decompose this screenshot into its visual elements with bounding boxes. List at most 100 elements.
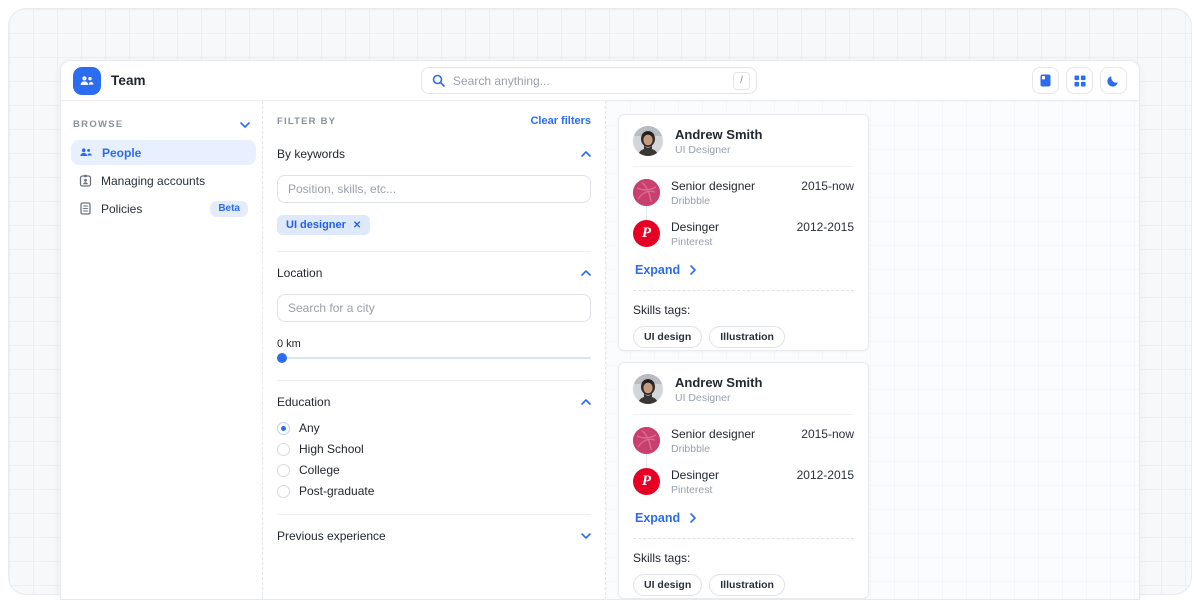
- id-badge-icon: [79, 174, 92, 187]
- chevron-right-icon: [690, 265, 696, 275]
- apps-grid-button[interactable]: [1066, 67, 1093, 94]
- keyword-tag-ui-designer[interactable]: UI designer ✕: [277, 215, 370, 235]
- keywords-title: By keywords: [277, 147, 345, 161]
- skill-tag[interactable]: UI design: [633, 326, 702, 348]
- timeline-entry: P Desinger Pinterest 2012-2015: [633, 220, 854, 248]
- location-section-header[interactable]: Location: [277, 266, 591, 280]
- position-org: Pinterest: [671, 236, 786, 248]
- notebook-icon: [1039, 74, 1052, 87]
- beta-badge: Beta: [210, 201, 248, 217]
- dribbble-icon: [633, 427, 660, 454]
- dashed-divider: [633, 290, 854, 291]
- education-section-header[interactable]: Education: [277, 395, 591, 409]
- browse-section-header[interactable]: BROWSE: [71, 113, 256, 140]
- education-options: Any High School College Post-graduate: [277, 421, 591, 498]
- sidebar: BROWSE People: [61, 101, 263, 600]
- filter-panel: FILTER BY Clear filters By keywords UI d…: [263, 101, 606, 600]
- slider-track[interactable]: [277, 357, 591, 359]
- remove-tag-icon[interactable]: ✕: [353, 220, 361, 231]
- skill-tag[interactable]: Illustration: [709, 326, 785, 348]
- person-role: UI Designer: [675, 392, 762, 404]
- radio-unselected[interactable]: [277, 464, 290, 477]
- sidebar-item-label: Managing accounts: [101, 174, 205, 188]
- timeline-entry: Senior designer Dribbble 2015-now: [633, 427, 854, 455]
- chevron-right-icon: [690, 513, 696, 523]
- city-search-input[interactable]: [277, 294, 591, 322]
- browse-label: BROWSE: [73, 119, 124, 130]
- slider-thumb[interactable]: [277, 353, 287, 363]
- chevron-up-icon[interactable]: [581, 399, 591, 405]
- distance-slider[interactable]: [277, 352, 591, 364]
- app-logo: [73, 67, 101, 95]
- team-people-icon: [79, 75, 95, 87]
- sidebar-item-policies[interactable]: Policies Beta: [71, 196, 256, 221]
- skills-label: Skills tags:: [633, 303, 854, 317]
- top-bar: Team /: [61, 61, 1139, 101]
- sidebar-item-managing-accounts[interactable]: Managing accounts: [71, 168, 256, 193]
- expand-button[interactable]: Expand: [633, 261, 854, 277]
- location-title: Location: [277, 266, 322, 280]
- expand-label: Expand: [635, 263, 680, 277]
- position-title: Senior designer: [671, 427, 790, 441]
- card-divider: [633, 166, 854, 167]
- page-title: Team: [111, 73, 146, 88]
- app-window: Team /: [60, 60, 1140, 600]
- position-period: 2015-now: [801, 179, 854, 193]
- skill-tag[interactable]: UI design: [633, 574, 702, 596]
- dribbble-icon: [633, 179, 660, 206]
- radio-selected[interactable]: [277, 422, 290, 435]
- avatar: [633, 374, 663, 404]
- person-card: Andrew Smith UI Designer: [618, 114, 869, 351]
- position-period: 2012-2015: [797, 220, 854, 234]
- sidebar-item-people[interactable]: People: [71, 140, 256, 165]
- radio-unselected[interactable]: [277, 485, 290, 498]
- position-org: Dribbble: [671, 443, 790, 455]
- search-input[interactable]: [453, 74, 725, 88]
- page-background: Team /: [0, 0, 1200, 600]
- chevron-down-icon[interactable]: [581, 533, 591, 539]
- search-bar[interactable]: /: [421, 67, 757, 94]
- keywords-input[interactable]: [277, 175, 591, 203]
- radio-option-college[interactable]: College: [277, 463, 591, 477]
- grid-icon: [1074, 75, 1086, 87]
- radio-label: College: [299, 463, 340, 477]
- education-title: Education: [277, 395, 330, 409]
- position-title: Desinger: [671, 220, 786, 234]
- notebook-button[interactable]: [1032, 67, 1059, 94]
- keyword-tag-label: UI designer: [286, 219, 346, 231]
- section-divider: [277, 251, 591, 252]
- shortcut-key-badge: /: [733, 72, 750, 90]
- position-org: Pinterest: [671, 484, 786, 496]
- experience-section-header[interactable]: Previous experience: [277, 529, 591, 543]
- person-role: UI Designer: [675, 144, 762, 156]
- chevron-up-icon[interactable]: [581, 270, 591, 276]
- timeline-entry: P Desinger Pinterest 2012-2015: [633, 468, 854, 496]
- expand-button[interactable]: Expand: [633, 509, 854, 525]
- radio-option-any[interactable]: Any: [277, 421, 591, 435]
- keywords-section-header[interactable]: By keywords: [277, 147, 591, 161]
- expand-label: Expand: [635, 511, 680, 525]
- chevron-up-icon[interactable]: [581, 151, 591, 157]
- avatar: [633, 126, 663, 156]
- people-icon: [79, 147, 93, 158]
- clear-filters-button[interactable]: Clear filters: [530, 115, 591, 127]
- chevron-down-icon[interactable]: [240, 122, 250, 128]
- timeline-entry: Senior designer Dribbble 2015-now: [633, 179, 854, 207]
- experience-timeline: Senior designer Dribbble 2015-now P Desi…: [633, 427, 854, 496]
- skill-tag[interactable]: Illustration: [709, 574, 785, 596]
- radio-label: Post-graduate: [299, 484, 374, 498]
- sidebar-item-label: People: [102, 146, 141, 160]
- experience-timeline: Senior designer Dribbble 2015-now P Desi…: [633, 179, 854, 248]
- search-container: /: [421, 67, 757, 94]
- position-title: Desinger: [671, 468, 786, 482]
- card-divider: [633, 414, 854, 415]
- moon-icon: [1107, 74, 1120, 87]
- radio-unselected[interactable]: [277, 443, 290, 456]
- position-org: Dribbble: [671, 195, 790, 207]
- dark-mode-toggle[interactable]: [1100, 67, 1127, 94]
- skills-label: Skills tags:: [633, 551, 854, 565]
- document-icon: [79, 202, 92, 215]
- radio-option-post-graduate[interactable]: Post-graduate: [277, 484, 591, 498]
- radio-option-high-school[interactable]: High School: [277, 442, 591, 456]
- section-divider: [277, 514, 591, 515]
